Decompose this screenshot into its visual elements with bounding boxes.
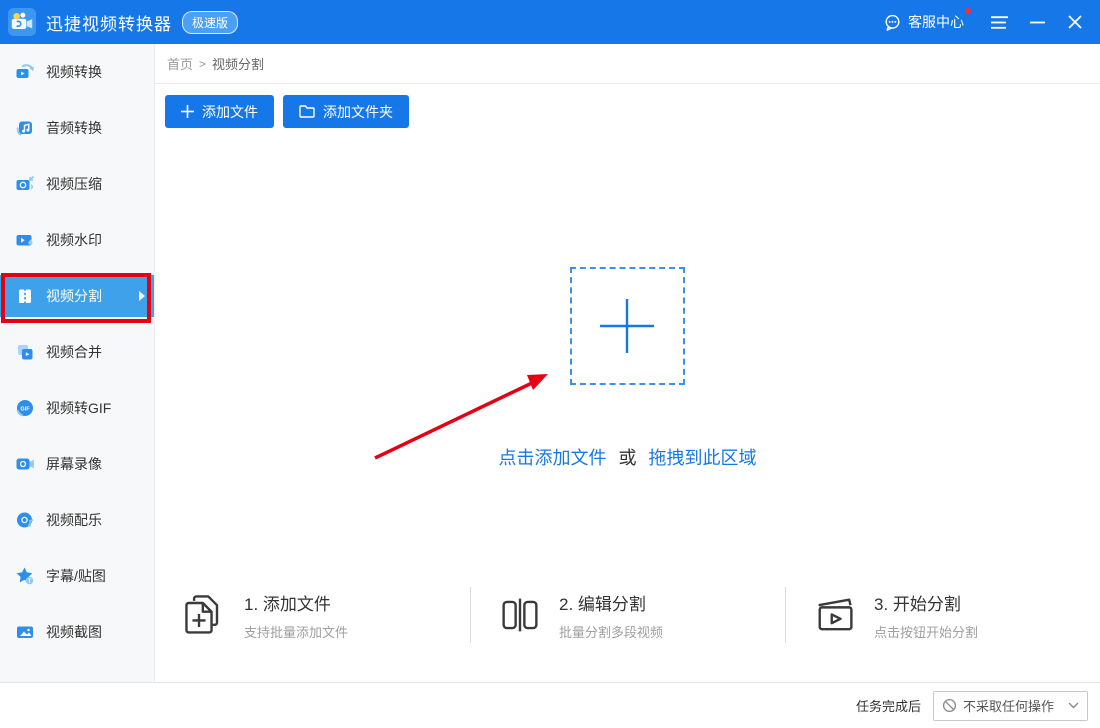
app-title: 迅捷视频转换器 [46, 14, 172, 34]
or-text: 或 [618, 448, 637, 468]
close-button[interactable] [1060, 7, 1090, 37]
sidebar-item-label: 音频转换 [46, 120, 102, 136]
titlebar: 迅捷视频转换器 极速版 客服中心 [0, 0, 1100, 44]
hamburger-icon [990, 15, 1008, 29]
video-watermark-icon [16, 235, 33, 246]
minimize-icon [1029, 21, 1045, 23]
sidebar-item-label: 视频合并 [46, 344, 102, 360]
add-file-label: 添加文件 [202, 103, 258, 120]
breadcrumb-home[interactable]: 首页 [167, 54, 193, 73]
no-action-icon [942, 698, 957, 713]
step-subtitle: 批量分割多段视频 [559, 624, 664, 640]
sidebar-item-video-split[interactable]: 视频分割 [0, 275, 154, 317]
sidebar-item-label: 视频压缩 [46, 176, 102, 192]
sidebar-item-label: 视频分割 [46, 288, 102, 304]
menu-button[interactable] [984, 7, 1014, 37]
breadcrumb-separator: > [199, 56, 207, 71]
minimize-button[interactable] [1022, 7, 1052, 37]
sidebar-item-video-convert[interactable]: 视频转换 [0, 44, 154, 100]
chevron-right-icon [139, 291, 145, 301]
video-compress-icon [16, 175, 35, 190]
after-task-select[interactable]: 不采取任何操作 [933, 690, 1088, 721]
sidebar-item-video-snapshot[interactable]: 视频截图 [0, 604, 154, 660]
dropzone[interactable] [569, 267, 685, 385]
video-to-gif-icon: GIF [16, 400, 33, 417]
video-music-icon [17, 512, 34, 528]
sidebar-item-label: 视频转GIF [46, 400, 112, 416]
sidebar-item-label: 视频截图 [46, 624, 102, 640]
sidebar-item-label: 字幕/贴图 [46, 568, 106, 584]
sidebar: 视频转换 音频转换 视频压缩 视频水印 视频分割 视频合并 GIF 视频转GIF… [0, 44, 155, 682]
files-plus-icon [185, 595, 219, 634]
svg-text:T: T [28, 579, 32, 585]
video-snapshot-icon [17, 626, 33, 638]
plus-icon [181, 105, 194, 118]
customer-service-button[interactable]: 客服中心 [883, 8, 971, 32]
audio-convert-icon [16, 121, 32, 136]
add-folder-label: 添加文件夹 [323, 103, 393, 120]
dropzone-hint: 点击添加文件 或 拖拽到此区域 [155, 444, 1100, 470]
sidebar-item-video-to-gif[interactable]: GIF 视频转GIF [0, 380, 154, 436]
edition-badge: 极速版 [182, 10, 239, 34]
app-logo-icon [8, 8, 36, 36]
plus-icon [600, 299, 654, 353]
step-subtitle: 支持批量添加文件 [244, 624, 349, 640]
close-icon [1068, 15, 1082, 29]
chat-bubble-icon [885, 14, 900, 31]
step-title: 2. 编辑分割 [559, 594, 646, 614]
sidebar-item-video-watermark[interactable]: 视频水印 [0, 212, 154, 268]
drag-here-link[interactable]: 拖拽到此区域 [649, 448, 757, 468]
clapperboard-icon [818, 598, 853, 631]
breadcrumb-current: 视频分割 [212, 57, 265, 72]
step-start-split: 3. 开始分割 点击按钮开始分割 [785, 575, 1100, 655]
step-edit-split: 2. 编辑分割 批量分割多段视频 [470, 575, 785, 655]
after-task-selected-option: 不采取任何操作 [963, 699, 1055, 714]
customer-service-label: 客服中心 [908, 14, 964, 30]
folder-icon [299, 105, 315, 118]
sidebar-item-video-music[interactable]: 视频配乐 [0, 492, 154, 548]
video-convert-icon [16, 64, 34, 78]
add-file-button[interactable]: 添加文件 [165, 95, 274, 128]
sidebar-item-subtitle-sticker[interactable]: T 字幕/贴图 [0, 548, 154, 604]
sidebar-item-audio-convert[interactable]: 音频转换 [0, 100, 154, 156]
after-task-label: 任务完成后 [855, 699, 921, 714]
sidebar-item-video-compress[interactable]: 视频压缩 [0, 156, 154, 212]
add-folder-button[interactable]: 添加文件夹 [283, 95, 409, 128]
video-split-icon [19, 288, 31, 304]
app-window: 迅捷视频转换器 极速版 客服中心 视频转换 音频转换 视频压缩 视频水印 视频分… [0, 0, 1100, 728]
step-add-files: 1. 添加文件 支持批量添加文件 [155, 575, 470, 655]
sidebar-item-label: 视频转换 [46, 64, 102, 80]
screen-record-icon [16, 458, 34, 470]
step-title: 3. 开始分割 [874, 594, 961, 614]
sidebar-item-screen-record[interactable]: 屏幕录像 [0, 436, 154, 492]
click-add-file-link[interactable]: 点击添加文件 [498, 448, 606, 468]
steps-row: 1. 添加文件 支持批量添加文件 2. 编辑分割 批量分割多段视频 3. 开始分… [155, 575, 1100, 655]
breadcrumb: 首页 > 视频分割 [155, 44, 1100, 84]
sidebar-item-video-merge[interactable]: 视频合并 [0, 324, 154, 380]
split-bars-icon [502, 598, 538, 632]
step-subtitle: 点击按钮开始分割 [874, 624, 979, 640]
sidebar-item-label: 视频配乐 [46, 512, 102, 528]
step-title: 1. 添加文件 [244, 594, 331, 614]
sidebar-item-label: 屏幕录像 [46, 456, 102, 472]
sidebar-item-label: 视频水印 [46, 232, 102, 248]
status-bar: 任务完成后 不采取任何操作 [0, 682, 1100, 728]
toolbar: 添加文件 添加文件夹 [165, 95, 409, 128]
subtitle-sticker-icon: T [16, 567, 34, 585]
notification-dot [965, 8, 971, 14]
video-merge-icon [18, 345, 33, 360]
main-content: 首页 > 视频分割 添加文件 添加文件夹 点击添加文件 或 拖拽到此区域 1. … [155, 44, 1100, 682]
chevron-down-icon [1068, 702, 1079, 709]
svg-text:GIF: GIF [20, 406, 30, 412]
